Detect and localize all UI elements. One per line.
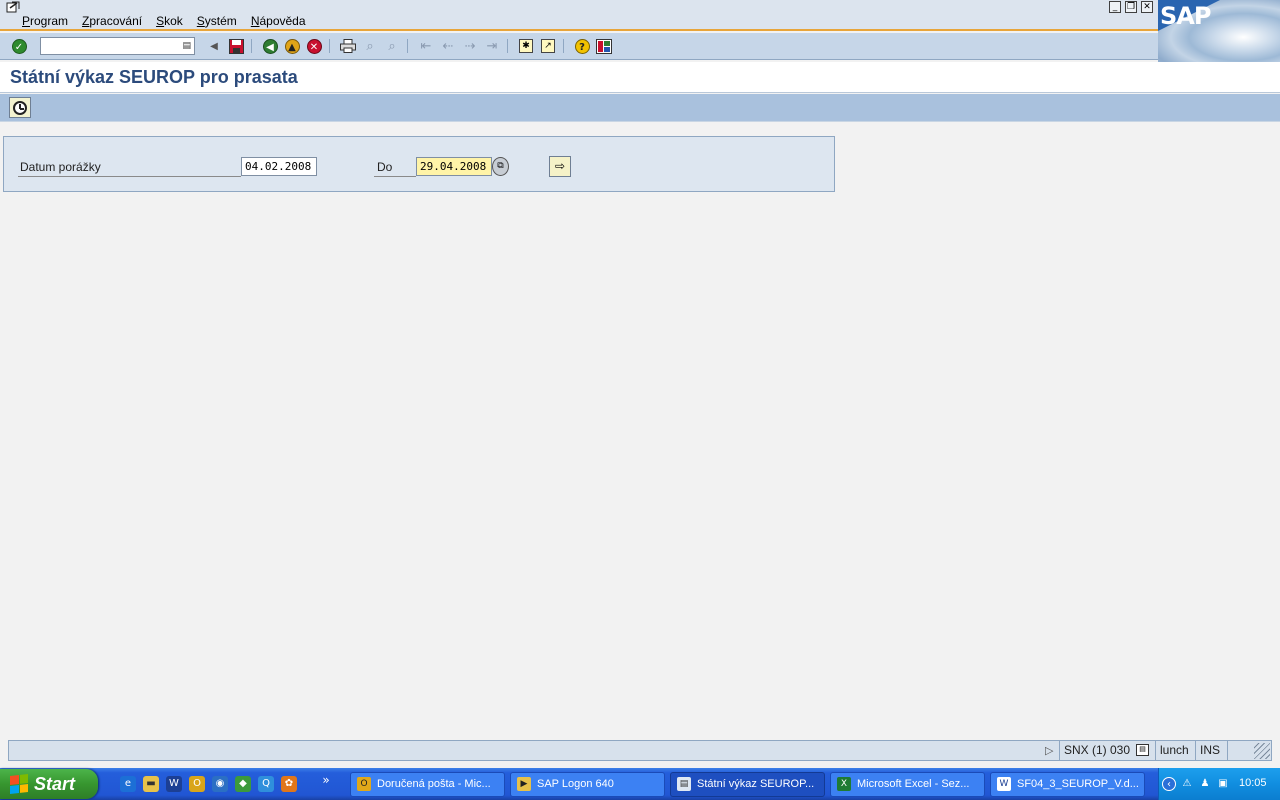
sap-window-icon: ▤ <box>677 777 691 791</box>
word-doc-icon: W <box>997 777 1011 791</box>
menu-zpracovani[interactable]: Zpracování <box>82 14 142 28</box>
network-warning-icon[interactable]: ⚠ <box>1180 777 1194 791</box>
layout-icon[interactable] <box>595 37 613 55</box>
lotus-icon[interactable]: ✿ <box>281 776 297 792</box>
exit-icon[interactable]: ▲ <box>283 37 301 55</box>
status-bar: ▷ SNX (1) 030 ▤ lunch INS <box>8 740 1272 761</box>
outlook-task-icon: O <box>357 777 371 791</box>
slaughter-date-from-input[interactable] <box>241 157 317 176</box>
command-dropdown-icon[interactable]: ▤ <box>182 40 191 51</box>
value-help-icon[interactable]: ⧉ <box>492 157 509 176</box>
outlook-icon[interactable]: O <box>189 776 205 792</box>
more-quicklaunch-icon[interactable]: » <box>318 772 334 788</box>
close-icon[interactable]: ✕ <box>1141 1 1153 13</box>
save-icon[interactable] <box>227 37 245 55</box>
standard-toolbar: ✓ ▤ ◀ ◀ ▲ ✕ ⌕ ⌕ ⇤ ⇠ ⇢ ⇥ ✱ ↗ ? <box>0 33 1158 60</box>
command-field[interactable]: ▤ <box>40 37 195 55</box>
windows-taskbar: Start e ▬ W O ◉ ◆ Q ✿ » O Doručená pošta… <box>0 768 1280 800</box>
prev-icon[interactable]: ◀ <box>205 37 223 55</box>
restore-icon[interactable]: ❐ <box>1125 1 1137 13</box>
media-icon[interactable]: ◉ <box>212 776 228 792</box>
word-icon[interactable]: W <box>166 776 182 792</box>
command-input[interactable] <box>41 38 179 54</box>
prev-page-icon: ⇠ <box>442 38 454 54</box>
menu-program[interactable]: Program <box>22 14 68 28</box>
status-host: lunch <box>1155 741 1195 760</box>
shortcut-icon[interactable]: ↗ <box>539 37 557 55</box>
windows-flag-icon <box>10 774 28 794</box>
execute-clock-icon <box>13 100 27 115</box>
internet-explorer-icon[interactable]: e <box>120 776 136 792</box>
task-seurop[interactable]: ▤ Státní výkaz SEUROP... <box>670 772 825 797</box>
books-icon[interactable]: ◆ <box>235 776 251 792</box>
system-menu-icon[interactable] <box>6 1 20 13</box>
first-page-icon: ⇤ <box>420 38 432 54</box>
cancel-icon[interactable]: ✕ <box>305 37 323 55</box>
minimize-icon[interactable]: _ <box>1109 1 1121 13</box>
task-excel[interactable]: X Microsoft Excel - Sez... <box>830 772 985 797</box>
slaughter-date-to-input[interactable] <box>416 157 492 176</box>
status-blank <box>1227 741 1251 760</box>
next-page-icon: ⇢ <box>464 38 476 54</box>
new-session-icon[interactable]: ✱ <box>517 37 535 55</box>
page-title: Státní výkaz SEUROP pro prasata <box>10 67 298 87</box>
print-icon[interactable] <box>339 37 357 55</box>
menu-bar: Program Zpracování Skok Systém Nápověda … <box>0 0 1280 62</box>
folder-icon[interactable]: ▬ <box>143 776 159 792</box>
menu-napoveda[interactable]: Nápověda <box>251 14 306 28</box>
system-info-icon[interactable]: ▤ <box>1136 744 1149 756</box>
back-icon[interactable]: ◀ <box>261 37 279 55</box>
find-next-icon: ⌕ <box>388 38 396 54</box>
task-outlook[interactable]: O Doručená pošta - Mic... <box>350 772 505 797</box>
sap-logon-icon: ▶ <box>517 777 531 791</box>
help-icon[interactable]: ? <box>573 37 591 55</box>
find-icon: ⌕ <box>366 38 374 54</box>
title-bar: Státní výkaz SEUROP pro prasata <box>0 62 1280 93</box>
search-app-icon[interactable]: Q <box>258 776 274 792</box>
tray-expand-icon[interactable]: ‹ <box>1162 777 1176 791</box>
multiple-selection-button[interactable]: ⇨ <box>549 156 571 177</box>
excel-icon: X <box>837 777 851 791</box>
application-toolbar <box>0 94 1280 122</box>
execute-button[interactable] <box>9 97 31 118</box>
task-sap-logon[interactable]: ▶ SAP Logon 640 <box>510 772 665 797</box>
resize-grip-icon[interactable] <box>1254 743 1270 759</box>
slaughter-date-label: Datum porážky <box>20 160 101 174</box>
network-icon[interactable]: ▣ <box>1216 777 1230 791</box>
start-button[interactable]: Start <box>0 769 98 799</box>
taskbar-clock[interactable]: 10:05 <box>1239 777 1267 789</box>
system-tray: ‹ ⚠ ♟ ▣ 10:05 <box>1158 768 1280 800</box>
last-page-icon: ⇥ <box>486 38 498 54</box>
menu-items: Program Zpracování Skok Systém Nápověda <box>22 14 306 28</box>
status-insert-mode[interactable]: INS <box>1195 741 1227 760</box>
tray-app-icon[interactable]: ♟ <box>1198 777 1212 791</box>
task-word-doc[interactable]: W SF04_3_SEUROP_V.d... <box>990 772 1145 797</box>
selection-frame: Datum porážky Do ⧉ ⇨ <box>3 136 835 192</box>
enter-icon[interactable]: ✓ <box>10 37 28 55</box>
status-expand-icon[interactable]: ▷ <box>1045 744 1053 757</box>
menu-system[interactable]: Systém <box>197 14 237 28</box>
menu-skok[interactable]: Skok <box>156 14 183 28</box>
sap-logo: SAP <box>1158 0 1280 62</box>
to-label: Do <box>377 160 393 174</box>
